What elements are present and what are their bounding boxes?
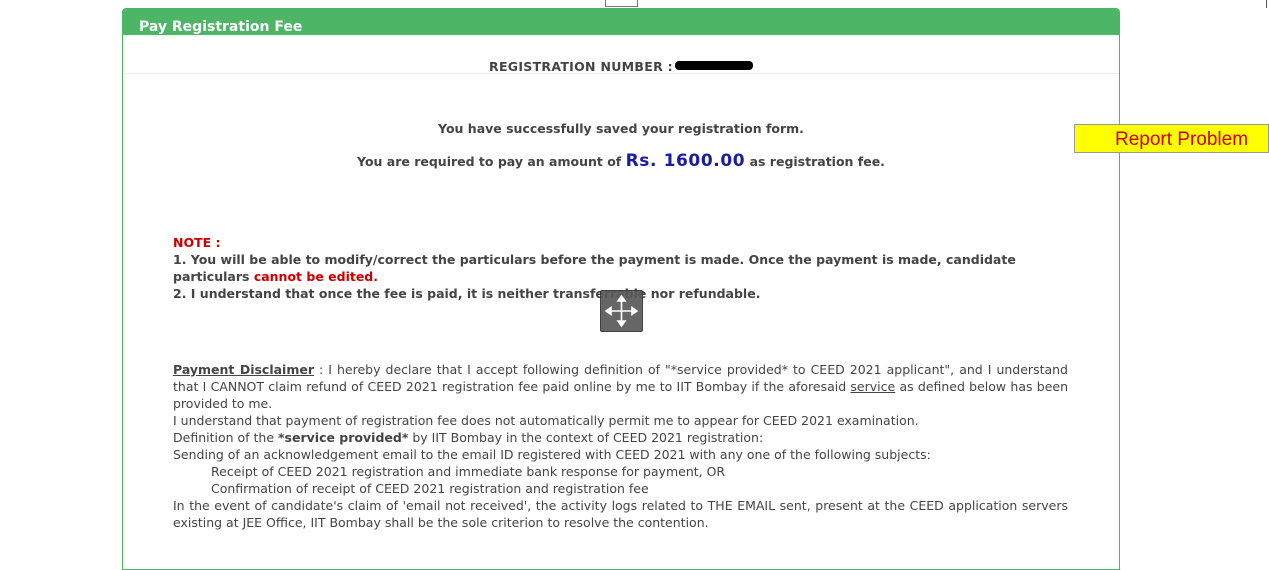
note-title: NOTE : bbox=[173, 235, 221, 250]
disclaimer-paragraph-5: In the event of candidate's claim of 'em… bbox=[173, 498, 1068, 530]
pay-registration-panel: Pay Registration Fee REGISTRATION NUMBER… bbox=[122, 8, 1120, 570]
service-link[interactable]: service bbox=[850, 379, 895, 394]
disclaimer-heading: Payment Disclaimer bbox=[173, 362, 314, 377]
pay-prefix: You are required to pay an amount of bbox=[357, 154, 622, 169]
disclaimer-paragraph-1: Payment Disclaimer : I hereby declare th… bbox=[173, 361, 1068, 412]
report-problem-button[interactable]: Report Problem bbox=[1074, 124, 1269, 153]
payment-amount-message: You are required to pay an amount of Rs.… bbox=[123, 151, 1119, 171]
move-arrows-icon[interactable] bbox=[600, 290, 643, 332]
registration-number-label: REGISTRATION NUMBER : bbox=[489, 59, 673, 74]
service-provided-term: *service provided* bbox=[278, 430, 409, 445]
disclaimer-paragraph-4: Sending of an acknowledgement email to t… bbox=[173, 447, 931, 462]
payment-disclaimer: Payment Disclaimer : I hereby declare th… bbox=[173, 361, 1068, 531]
top-tab-handle[interactable] bbox=[605, 0, 638, 7]
note-cannot-edit: cannot be edited bbox=[253, 269, 374, 284]
disclaimer-p3-a: Definition of the bbox=[173, 430, 279, 445]
note-period: . bbox=[373, 269, 379, 284]
disclaimer-paragraph-2: I understand that payment of registratio… bbox=[173, 413, 919, 428]
note-line-1: 1. You will be able to modify/correct th… bbox=[173, 251, 1068, 285]
disclaimer-p3-b: by IIT Bombay in the context of CEED 202… bbox=[408, 430, 764, 445]
move-arrows-svg bbox=[604, 294, 639, 328]
disclaimer-subject-2: Confirmation of receipt of CEED 2021 reg… bbox=[211, 481, 649, 496]
disclaimer-subject-1: Receipt of CEED 2021 registration and im… bbox=[211, 464, 726, 479]
header-strip bbox=[123, 35, 1119, 37]
redacted-registration-number bbox=[674, 61, 753, 70]
saved-message: You have successfully saved your registr… bbox=[438, 121, 804, 136]
disclaimer-paragraph-3: Definition of the *service provided* by … bbox=[173, 429, 1068, 446]
fee-amount: Rs. 1600.00 bbox=[625, 151, 746, 171]
panel-title: Pay Registration Fee bbox=[139, 19, 303, 35]
panel-header: Pay Registration Fee bbox=[123, 9, 1119, 37]
pay-suffix: as registration fee. bbox=[749, 154, 885, 169]
divider bbox=[123, 73, 1119, 74]
registration-number-row: REGISTRATION NUMBER : bbox=[123, 59, 1119, 74]
